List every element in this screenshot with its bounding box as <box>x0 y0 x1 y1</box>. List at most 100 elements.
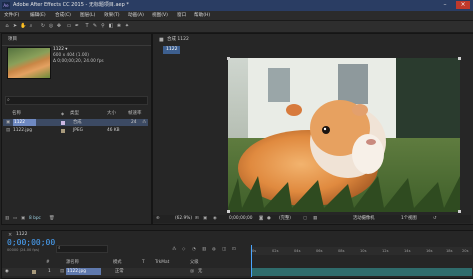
time-ruler[interactable]: 0s 02s 04s 06s 08s 10s 12s 14s 16s 18s 2… <box>250 247 472 255</box>
label-color-swatch <box>61 128 65 133</box>
layer-mode-dropdown[interactable]: 正常 <box>115 268 124 275</box>
menu-window[interactable]: 窗口 <box>177 12 186 19</box>
column-type[interactable]: 类型 <box>70 110 79 117</box>
new-composition-icon[interactable]: ▣ <box>21 215 25 222</box>
trash-icon[interactable]: 🗑 <box>49 215 54 222</box>
view-layout-dropdown[interactable]: 1个视图 <box>401 216 417 222</box>
pan-behind-tool-icon[interactable]: ✥ <box>56 23 62 29</box>
composition-icon: ▣ <box>6 120 11 125</box>
composition-tab[interactable]: 合成 1122 <box>167 36 189 44</box>
viewer-footer: ⊕ (62.9%) ⊞ ▣ ◉ 0;00;00;00 ◙ ● (完整) ▢ ▦ … <box>153 215 471 223</box>
menu-effect[interactable]: 效果(T) <box>104 12 120 19</box>
type-tool-icon[interactable]: T <box>84 23 90 29</box>
clone-stamp-tool-icon[interactable]: ⚲ <box>100 23 106 29</box>
hand-tool-icon[interactable]: ✋ <box>20 23 26 29</box>
motion-blur-icon[interactable]: ◍ <box>212 247 216 253</box>
rectangle-tool-icon[interactable]: ▭ <box>66 23 72 29</box>
menu-composition[interactable]: 合成(C) <box>55 12 71 19</box>
label-color-swatch[interactable] <box>32 270 36 274</box>
project-tab[interactable]: 项目 <box>8 36 17 44</box>
resize-handle[interactable] <box>227 210 230 213</box>
new-folder-icon[interactable]: ▭ <box>13 215 17 222</box>
reset-exposure-icon[interactable]: ↺ <box>433 216 437 222</box>
image-file-icon: ▤ <box>6 128 11 133</box>
row-size: 46 KB <box>107 128 120 133</box>
region-of-interest-icon[interactable]: ▢ <box>303 216 307 222</box>
selection-tool-icon[interactable]: ➤ <box>12 23 18 29</box>
ruler-tick: 02s <box>272 249 279 253</box>
grid-icon[interactable]: ⊞ <box>195 216 199 222</box>
bit-depth-button[interactable]: 8 bpc <box>29 215 41 222</box>
zoom-tool-icon[interactable]: ⌕ <box>28 23 34 29</box>
column-fps[interactable]: 帧速率 <box>128 110 142 117</box>
layer-name[interactable]: 1122.jpg <box>66 268 101 275</box>
current-timecode[interactable]: 0;00;00;00 <box>229 216 252 222</box>
composition-flowchart-icon[interactable]: ⁂ <box>172 247 176 253</box>
composition-canvas[interactable] <box>228 58 460 212</box>
color-channel-icon[interactable]: ● <box>267 216 271 222</box>
zoom-dropdown[interactable]: (62.9%) <box>175 216 192 222</box>
pen-tool-icon[interactable]: ✒ <box>74 23 80 29</box>
rotate-tool-icon[interactable]: ↻ <box>40 23 46 29</box>
menu-edit[interactable]: 编辑(E) <box>30 12 46 19</box>
project-row[interactable]: ▤ 1122.jpg JPEG 46 KB <box>3 127 148 134</box>
project-item-duration: Δ 0;00;00;20, 24.00 fps <box>53 59 104 64</box>
snapshot-icon[interactable]: ◉ <box>213 216 217 222</box>
camera-icon[interactable]: ◙ <box>259 216 263 222</box>
roto-brush-tool-icon[interactable]: ❀ <box>116 23 122 29</box>
playhead[interactable] <box>251 245 252 277</box>
layer-parent-dropdown[interactable]: 无 <box>198 268 202 275</box>
resize-handle[interactable] <box>458 210 461 213</box>
project-item-info: 1122 ▾ 600 x 404 (1.00) Δ 0;00;00;20, 24.0… <box>53 47 104 65</box>
layer-index: 1 <box>48 269 51 274</box>
column-t: T <box>142 260 145 265</box>
ruler-tick: 16s <box>426 249 433 253</box>
column-parent: 父级 <box>190 260 199 265</box>
project-row[interactable]: ▣ 1122 合成 24 ⁂ <box>3 119 148 126</box>
frame-blending-icon[interactable]: ▥ <box>202 247 206 253</box>
column-size[interactable]: 大小 <box>107 110 116 117</box>
graph-editor-icon[interactable]: ◫ <box>222 247 226 253</box>
close-icon[interactable]: × <box>456 1 470 9</box>
parent-pickwhip-icon[interactable]: @ <box>190 268 194 275</box>
transparency-grid-icon[interactable]: ▦ <box>313 216 317 222</box>
menu-help[interactable]: 帮助(H) <box>194 12 210 19</box>
resolution-dropdown[interactable]: (完整) <box>279 216 291 222</box>
timeline-current-time[interactable]: 0;00;00;00 <box>7 238 55 247</box>
timeline-layer-row[interactable]: ◉ 1 ▤ 1122.jpg 正常 @ 无 <box>2 268 250 276</box>
composition-subtab[interactable]: 1122 <box>163 46 181 54</box>
column-source-name[interactable]: 源名称 <box>66 260 79 266</box>
camera-dropdown[interactable]: 活动摄像机 <box>353 216 374 222</box>
resize-handle[interactable] <box>458 57 461 60</box>
draft-3d-icon[interactable]: ◇ <box>182 247 185 253</box>
label-color-swatch <box>61 120 65 125</box>
project-search-input[interactable]: ⌕ <box>5 96 148 105</box>
column-name[interactable]: 名称 <box>12 110 21 117</box>
layer-duration-bar[interactable] <box>252 268 472 276</box>
row-name: 1122.jpg <box>13 128 32 133</box>
column-number: # <box>46 260 50 265</box>
shy-layers-icon[interactable]: ◔ <box>192 247 196 253</box>
home-icon[interactable]: ⌂ <box>4 23 10 29</box>
resize-handle[interactable] <box>227 57 230 60</box>
eraser-tool-icon[interactable]: ◧ <box>108 23 114 29</box>
visibility-eye-icon[interactable]: ◉ <box>5 268 9 275</box>
puppet-tool-icon[interactable]: ✦ <box>124 23 130 29</box>
menu-file[interactable]: 文件(F) <box>4 12 19 19</box>
minimize-icon[interactable]: – <box>440 1 450 9</box>
menu-layer[interactable]: 图层(L) <box>80 12 95 19</box>
menu-view[interactable]: 视图(V) <box>152 12 168 19</box>
flowchart-icon[interactable]: ⁂ <box>142 119 146 126</box>
lock-icon[interactable]: ■ <box>159 36 164 44</box>
camera-tool-icon[interactable]: ◎ <box>48 23 54 29</box>
search-icon: ⌕ <box>58 246 61 251</box>
column-trkmat: TrkMat <box>155 260 170 265</box>
interpret-footage-icon[interactable]: ▥ <box>5 215 9 222</box>
menu-animation[interactable]: 动画(A) <box>128 12 144 19</box>
brainstorm-icon[interactable]: ⊡ <box>232 247 236 253</box>
app-logo: Ae <box>2 2 10 9</box>
timeline-search-input[interactable]: ⌕ <box>56 245 108 253</box>
mask-icon[interactable]: ▣ <box>203 216 207 222</box>
magnify-icon[interactable]: ⊕ <box>156 216 160 222</box>
brush-tool-icon[interactable]: ✎ <box>92 23 98 29</box>
